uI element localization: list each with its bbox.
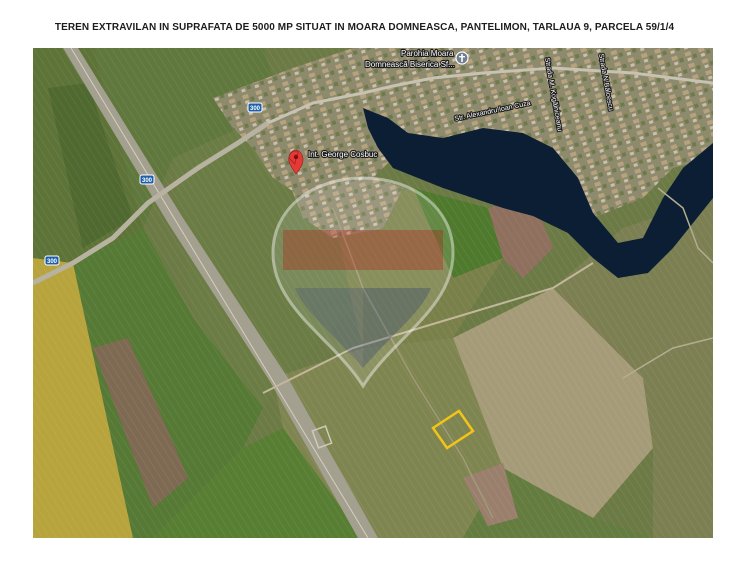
route-shield-label: 300 xyxy=(250,106,261,112)
poi-label-line2[interactable]: Domnească Biserica Sf... xyxy=(364,59,456,70)
pin-label[interactable]: Int. George Cosbuc xyxy=(307,149,379,160)
route-shield-300-b[interactable]: 300 xyxy=(139,174,155,185)
church-poi[interactable] xyxy=(455,51,469,65)
route-shield-label: 300 xyxy=(142,178,153,184)
satellite-map[interactable]: 300 300 300 Int. George Cosbuc Parohia M… xyxy=(33,48,713,538)
poi-label-line1[interactable]: Parohia Moara xyxy=(400,48,455,59)
route-shield-label: 300 xyxy=(47,259,58,265)
route-shield-300-a[interactable]: 300 xyxy=(247,102,263,113)
document-title: TEREN EXTRAVILAN IN SUPRAFATA DE 5000 MP… xyxy=(54,22,675,33)
route-shield-300-c[interactable]: 300 xyxy=(44,255,60,266)
